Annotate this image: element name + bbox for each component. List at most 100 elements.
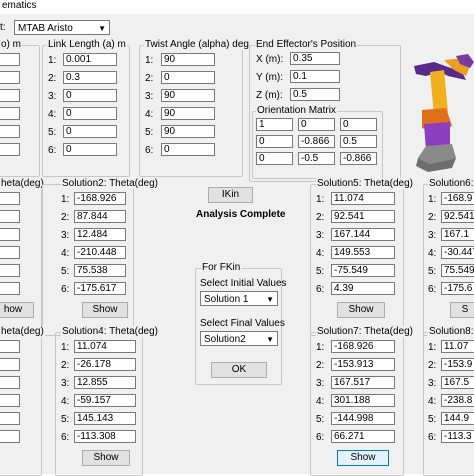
s1-val-5[interactable] [0, 264, 20, 277]
om-3-1[interactable]: 0 [256, 152, 293, 165]
fkin-final-select[interactable]: Solution2 ▼ [200, 331, 278, 346]
s5-val-4[interactable]: 149.553 [331, 246, 395, 259]
om-1-2[interactable]: 0 [298, 118, 335, 131]
s2-val-2[interactable]: 87.844 [74, 210, 126, 223]
s1-val-6[interactable] [0, 282, 20, 295]
s7-val-2[interactable]: -153.913 [331, 358, 395, 371]
tw-input-2[interactable]: 0 [161, 71, 215, 84]
s6-val-2[interactable]: 92.541 [441, 210, 474, 223]
s3-val-2[interactable] [0, 358, 20, 371]
ll-input-3[interactable]: 0 [63, 89, 117, 102]
s5-val-1[interactable]: 11.074 [331, 192, 395, 205]
om-1-3[interactable]: 0 [340, 118, 377, 131]
s5-val-5[interactable]: -75.549 [331, 264, 395, 277]
om-2-1[interactable]: 0 [256, 135, 293, 148]
s6-val-4[interactable]: -30.447 [441, 246, 474, 259]
s3-val-4[interactable] [0, 394, 20, 407]
dh-d-5[interactable] [0, 125, 20, 138]
s1-val-3[interactable] [0, 228, 20, 241]
fkin-initial-select[interactable]: Solution 1 ▼ [200, 291, 278, 306]
dh-d-1[interactable] [0, 53, 20, 66]
s3-val-1[interactable] [0, 340, 20, 353]
fkin-final-value: Solution2 [204, 334, 246, 345]
s1-val-1[interactable] [0, 192, 20, 205]
ll-label-4: 4: [48, 109, 57, 120]
s2-show-button[interactable]: Show [82, 302, 128, 318]
om-3-2[interactable]: -0.5 [298, 152, 335, 165]
s8-val-2[interactable]: -153.9 [441, 358, 474, 371]
s7-val-4[interactable]: 301.188 [331, 394, 395, 407]
s2-val-6[interactable]: -175.617 [74, 282, 126, 295]
s4-val-2[interactable]: -26.178 [74, 358, 136, 371]
s8-val-3[interactable]: 167.5 [441, 376, 474, 389]
s6-label-5: 5: [428, 266, 437, 277]
ee-z-input[interactable]: 0.5 [290, 88, 340, 101]
ee-y-label: Y (m): [256, 72, 284, 83]
dh-d-6[interactable] [0, 143, 20, 156]
tw-input-3[interactable]: 90 [161, 89, 215, 102]
s4-val-4[interactable]: -59.157 [74, 394, 136, 407]
s7-val-6[interactable]: 66.271 [331, 430, 395, 443]
s4-val-1[interactable]: 11.074 [74, 340, 136, 353]
s4-val-6[interactable]: -113.308 [74, 430, 136, 443]
s6-show-button[interactable]: S [450, 302, 474, 318]
robot-select[interactable]: MTAB Aristo ▼ [14, 20, 110, 35]
s1-show-button[interactable]: how [0, 302, 34, 318]
s5-val-3[interactable]: 167.144 [331, 228, 395, 241]
s4-val-3[interactable]: 12.855 [74, 376, 136, 389]
ll-input-4[interactable]: 0 [63, 107, 117, 120]
s5-val-6[interactable]: 4.39 [331, 282, 395, 295]
dh-d-header: o) m [0, 39, 22, 50]
s3-val-5[interactable] [0, 412, 20, 425]
tw-input-4[interactable]: 90 [161, 107, 215, 120]
s7-val-1[interactable]: -168.926 [331, 340, 395, 353]
s5-show-button[interactable]: Show [337, 302, 385, 318]
s4-show-button[interactable]: Show [82, 450, 130, 466]
ll-input-2[interactable]: 0.3 [63, 71, 117, 84]
om-3-3[interactable]: -0.866 [340, 152, 377, 165]
ll-input-5[interactable]: 0 [63, 125, 117, 138]
fkin-ok-button[interactable]: OK [211, 362, 267, 378]
tw-input-1[interactable]: 90 [161, 53, 215, 66]
s3-val-6[interactable] [0, 430, 20, 443]
link-length-header: Link Length (a) m [47, 39, 127, 50]
s6-val-1[interactable]: -168.9 [441, 192, 474, 205]
s8-val-1[interactable]: 11.07 [441, 340, 474, 353]
ee-y-input[interactable]: 0.1 [290, 70, 340, 83]
s2-val-3[interactable]: 12.484 [74, 228, 126, 241]
dh-d-4[interactable] [0, 107, 20, 120]
s3-val-3[interactable] [0, 376, 20, 389]
om-1-1[interactable]: 1 [256, 118, 293, 131]
ikin-button[interactable]: IKin [208, 187, 253, 203]
s5-label-2: 2: [316, 212, 325, 223]
s1-val-4[interactable] [0, 246, 20, 259]
dh-d-3[interactable] [0, 89, 20, 102]
om-2-2[interactable]: -0.866 [298, 135, 335, 148]
ee-x-input[interactable]: 0.35 [290, 52, 340, 65]
tw-input-5[interactable]: 90 [161, 125, 215, 138]
s8-val-5[interactable]: 144.9 [441, 412, 474, 425]
ll-label-1: 1: [48, 55, 57, 66]
s7-val-5[interactable]: -144.998 [331, 412, 395, 425]
s2-val-5[interactable]: 75.538 [74, 264, 126, 277]
ll-input-6[interactable]: 0 [63, 143, 117, 156]
ll-label-2: 2: [48, 73, 57, 84]
tw-input-6[interactable]: 0 [161, 143, 215, 156]
s6-label-2: 2: [428, 212, 437, 223]
s5-val-2[interactable]: 92.541 [331, 210, 395, 223]
om-2-3[interactable]: 0.5 [340, 135, 377, 148]
s8-val-4[interactable]: -238.8 [441, 394, 474, 407]
dh-d-2[interactable] [0, 71, 20, 84]
s7-show-button[interactable]: Show [337, 450, 389, 466]
s2-val-1[interactable]: -168.926 [74, 192, 126, 205]
s7-val-3[interactable]: 167.517 [331, 376, 395, 389]
ll-input-1[interactable]: 0.001 [63, 53, 117, 66]
s6-val-5[interactable]: 75.549 [441, 264, 474, 277]
s2-val-4[interactable]: -210.448 [74, 246, 126, 259]
s6-val-3[interactable]: 167.1 [441, 228, 474, 241]
chevron-down-icon: ▼ [98, 24, 106, 33]
s4-val-5[interactable]: 145.143 [74, 412, 136, 425]
s1-val-2[interactable] [0, 210, 20, 223]
s6-val-6[interactable]: -175.6 [441, 282, 474, 295]
s8-val-6[interactable]: -113.3 [441, 430, 474, 443]
